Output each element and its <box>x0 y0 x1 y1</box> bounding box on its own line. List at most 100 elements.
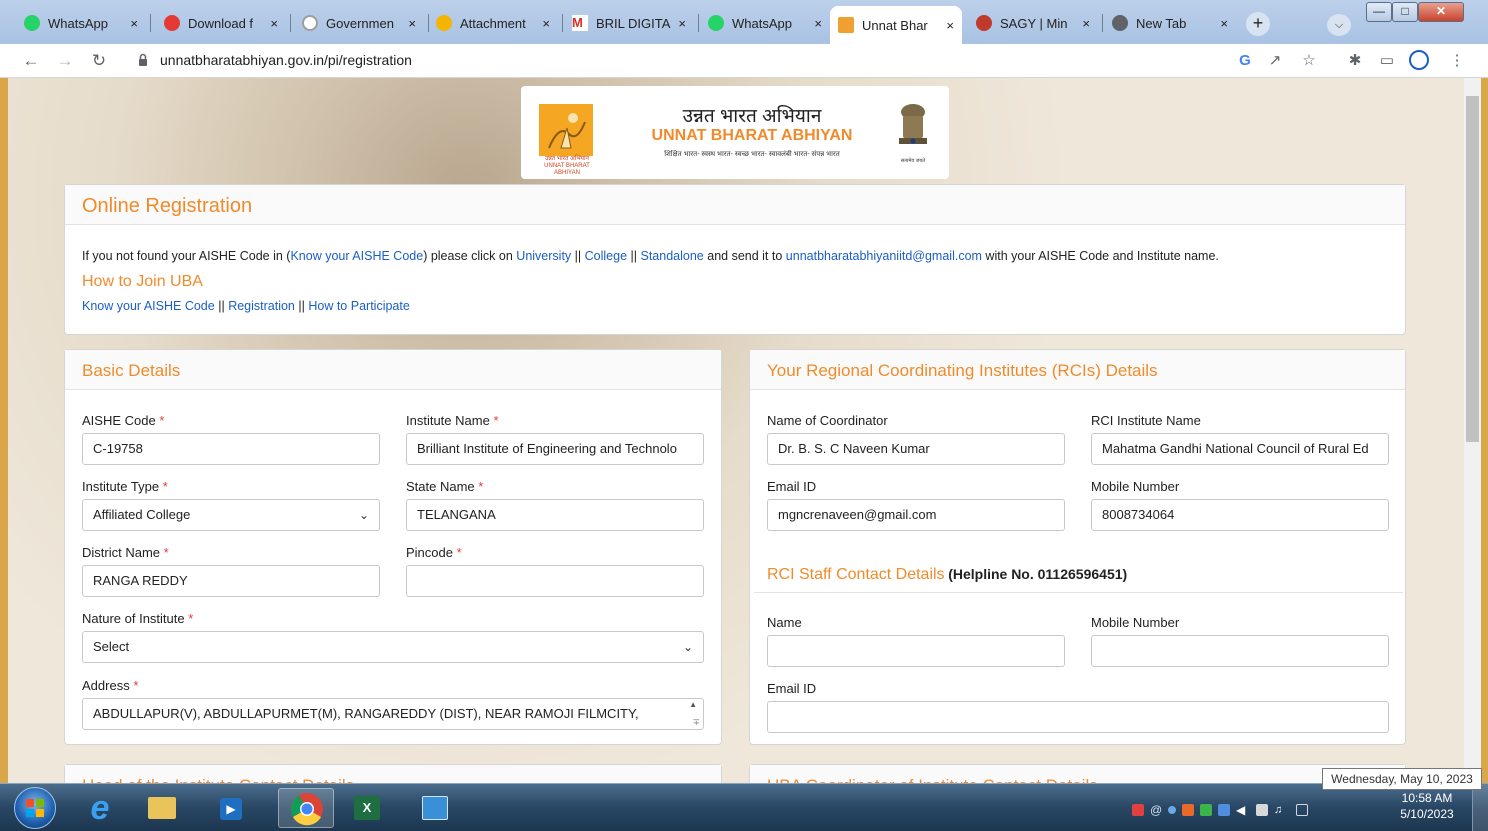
institute-name-label: Institute Name * <box>406 413 499 428</box>
network-monitor-icon[interactable] <box>1296 804 1308 816</box>
close-window-button[interactable]: ✕ <box>1418 2 1464 22</box>
lock-icon[interactable] <box>138 53 148 67</box>
google-translate-icon[interactable]: G <box>1234 50 1256 72</box>
state-name-input[interactable]: TELANGANA <box>406 499 704 531</box>
close-tab-icon[interactable]: × <box>814 16 822 31</box>
staff-mobile-label: Mobile Number <box>1091 615 1180 630</box>
remote-app-taskbar-button[interactable] <box>408 788 464 828</box>
tab-gmail[interactable]: M BRIL DIGITA × <box>564 8 694 38</box>
close-tab-icon[interactable]: × <box>130 16 138 31</box>
institute-type-select[interactable]: Affiliated College ⌄ <box>82 499 380 531</box>
forward-button[interactable]: → <box>54 50 76 72</box>
close-tab-icon[interactable]: × <box>946 18 954 33</box>
close-tab-icon[interactable]: × <box>1082 16 1090 31</box>
internet-explorer-taskbar-button[interactable]: e <box>72 788 128 828</box>
profile-avatar-icon[interactable] <box>1408 50 1430 72</box>
volume-icon[interactable]: ♫ <box>1274 804 1286 816</box>
tab-unnat-bharat[interactable]: Unnat Bhar × <box>830 6 962 44</box>
tab-whatsapp-2[interactable]: WhatsApp × <box>700 8 830 38</box>
clock-date: 5/10/2023 <box>1400 807 1454 821</box>
minimize-button[interactable]: — <box>1366 2 1392 22</box>
new-tab-button[interactable]: + <box>1246 12 1270 36</box>
uba-coordinator-heading: UBA Coordinator of Institute Contact Det… <box>750 765 1405 783</box>
tab-whatsapp[interactable]: WhatsApp × <box>16 8 146 38</box>
chrome-taskbar-button[interactable] <box>278 788 334 828</box>
tray-ie-icon[interactable]: @ <box>1150 804 1162 816</box>
logo-caption-hindi: उन्नत भारत अभियान <box>545 156 589 162</box>
registration-link[interactable]: Registration <box>228 299 295 313</box>
address-bar[interactable]: unnatbharatabhiyan.gov.in/pi/registratio… <box>160 52 412 68</box>
pincode-input[interactable] <box>406 565 704 597</box>
close-tab-icon[interactable]: × <box>542 16 550 31</box>
menu-dots-icon[interactable]: ⋮ <box>1446 50 1468 72</box>
university-link[interactable]: University <box>516 249 571 263</box>
aishe-code-input[interactable]: C-19758 <box>82 433 380 465</box>
maximize-button[interactable]: □ <box>1392 2 1418 22</box>
staff-name-input[interactable] <box>767 635 1065 667</box>
tray-app-icon[interactable] <box>1132 804 1144 816</box>
tab-sagy[interactable]: SAGY | Min × <box>968 8 1098 38</box>
close-tab-icon[interactable]: × <box>408 16 416 31</box>
institute-name-input[interactable]: Brilliant Institute of Engineering and T… <box>406 433 704 465</box>
close-tab-icon[interactable]: × <box>1220 16 1228 31</box>
rci-mobile-input[interactable]: 8008734064 <box>1091 499 1389 531</box>
tab-title: Unnat Bhar <box>862 17 928 33</box>
label-text: District Name <box>82 545 161 560</box>
know-aishe-code-link[interactable]: Know your AISHE Code <box>290 249 423 263</box>
uba-email-link[interactable]: unnatbharatabhiyaniitd@gmail.com <box>786 249 982 263</box>
tray-update-icon[interactable] <box>1182 804 1194 816</box>
label-text: Pincode <box>406 545 453 560</box>
tray-arrow-icon[interactable]: ◀ <box>1236 804 1248 816</box>
media-player-taskbar-button[interactable]: ▶ <box>202 788 258 828</box>
rci-email-input[interactable]: mgncrenaveen@gmail.com <box>767 499 1065 531</box>
tab-government[interactable]: Governmen × <box>294 8 424 38</box>
coordinator-name-input[interactable]: Dr. B. S. C Naveen Kumar <box>767 433 1065 465</box>
file-explorer-taskbar-button[interactable] <box>134 788 190 828</box>
nature-of-institute-label: Nature of Institute * <box>82 611 193 626</box>
close-tab-icon[interactable]: × <box>678 16 686 31</box>
textarea-spin-icon[interactable]: ▲ <box>689 699 697 711</box>
excel-taskbar-button[interactable]: X <box>340 788 396 828</box>
college-link[interactable]: College <box>585 249 627 263</box>
address-textarea[interactable]: ABDULLAPUR(V), ABDULLAPURMET(M), RANGARE… <box>82 698 704 730</box>
quick-links: Know your AISHE Code || Registration || … <box>82 299 410 313</box>
action-center-flag-icon[interactable] <box>1256 804 1268 816</box>
tab-search-button[interactable]: ⌵ <box>1327 14 1351 36</box>
uba-mark-logo <box>539 104 593 156</box>
close-tab-icon[interactable]: × <box>270 16 278 31</box>
staff-email-input[interactable] <box>767 701 1389 733</box>
tab-attachment[interactable]: Attachment × <box>428 8 558 38</box>
nature-of-institute-select[interactable]: Select ⌄ <box>82 631 704 663</box>
back-button[interactable]: ← <box>20 50 42 72</box>
date-tooltip: Wednesday, May 10, 2023 <box>1322 768 1482 790</box>
required-mark: * <box>188 611 194 626</box>
show-desktop-button[interactable] <box>1472 784 1488 831</box>
uba-logo-banner: उन्नत भारत अभियान UNNAT BHARAT ABHIYAN उ… <box>521 86 949 179</box>
rci-institute-name-label: RCI Institute Name <box>1091 413 1201 428</box>
resize-handle-icon[interactable]: ∓ <box>692 718 700 727</box>
reload-button[interactable]: ↻ <box>88 50 110 72</box>
share-icon[interactable]: ↗ <box>1264 50 1286 72</box>
bookmark-star-icon[interactable]: ☆ <box>1298 50 1320 72</box>
standalone-link[interactable]: Standalone <box>641 249 704 263</box>
tray-nvidia-icon[interactable] <box>1200 804 1212 816</box>
tab-download[interactable]: Download f × <box>156 8 286 38</box>
tab-title: New Tab <box>1136 15 1187 31</box>
start-button[interactable] <box>14 787 56 829</box>
scrollbar-thumb[interactable] <box>1466 96 1479 442</box>
tray-drive-icon[interactable] <box>1218 804 1230 816</box>
how-to-participate-link[interactable]: How to Participate <box>308 299 409 313</box>
heart-icon <box>164 15 180 31</box>
whatsapp-icon <box>708 15 724 31</box>
rci-institute-name-input[interactable]: Mahatma Gandhi National Council of Rural… <box>1091 433 1389 465</box>
know-aishe-code-link-2[interactable]: Know your AISHE Code <box>82 299 215 313</box>
district-name-input[interactable]: RANGA REDDY <box>82 565 380 597</box>
staff-mobile-input[interactable] <box>1091 635 1389 667</box>
taskbar-clock[interactable]: 10:58 AM 5/10/2023 <box>1394 790 1460 822</box>
intro-suffix: with your AISHE Code and Institute name. <box>985 249 1219 263</box>
side-panel-icon[interactable]: ▭ <box>1376 50 1398 72</box>
gmail-icon: M <box>572 15 588 31</box>
tab-new-tab[interactable]: New Tab × <box>1104 8 1236 38</box>
tray-network-icon[interactable] <box>1168 806 1176 814</box>
extensions-puzzle-icon[interactable]: ✱ <box>1344 50 1366 72</box>
